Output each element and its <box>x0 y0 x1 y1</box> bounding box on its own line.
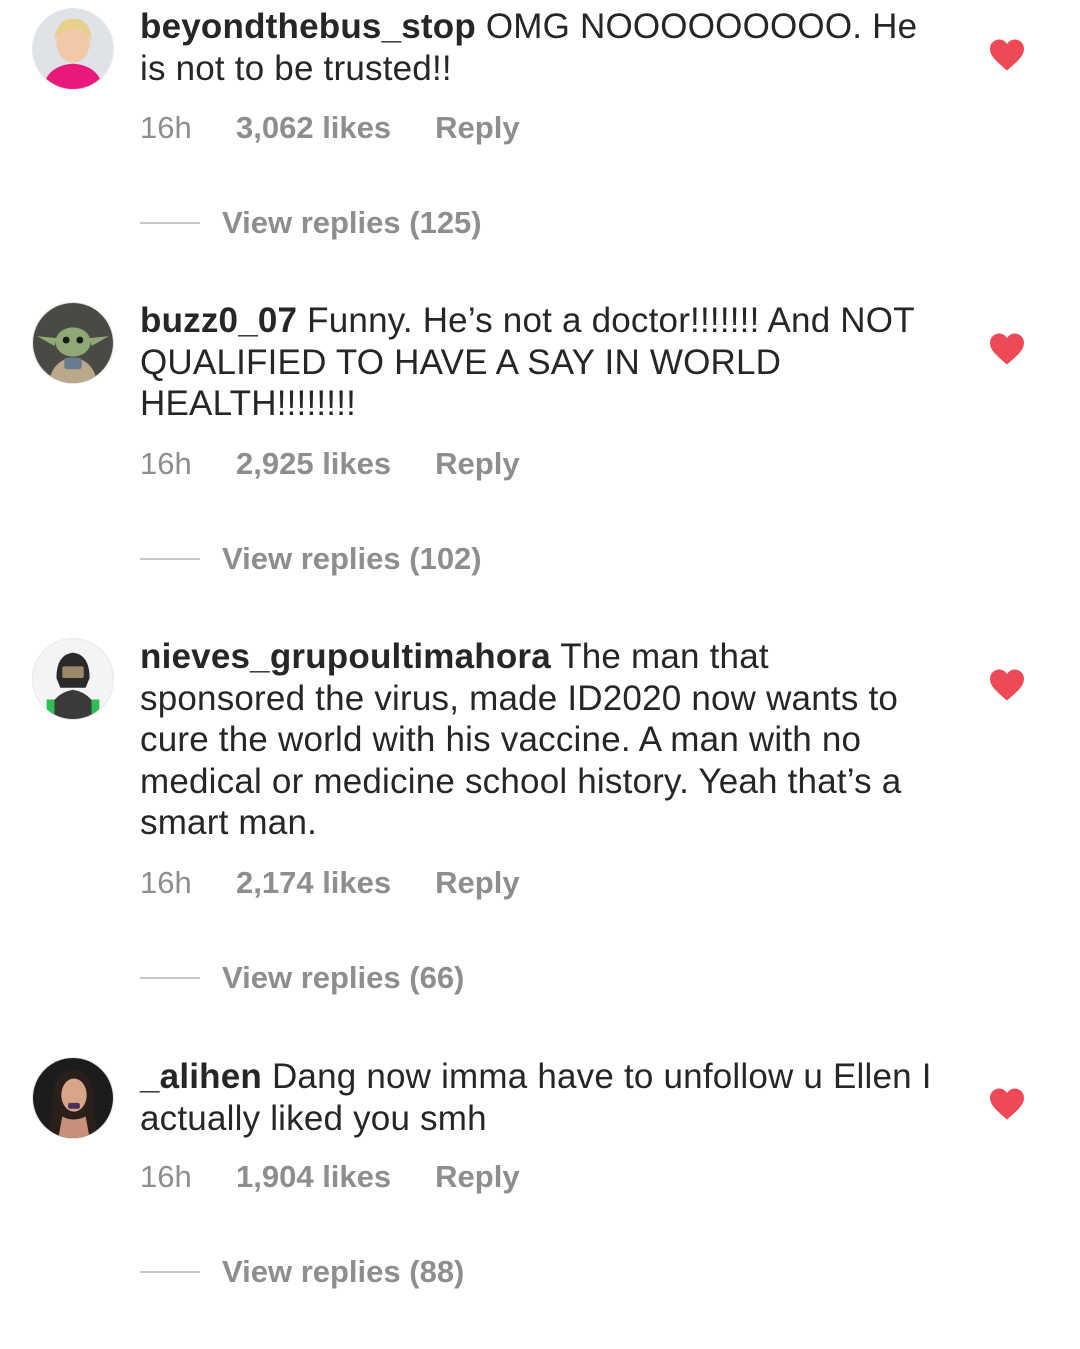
view-replies-button[interactable]: View replies (125) <box>140 205 482 241</box>
avatar[interactable] <box>32 638 114 720</box>
view-replies-button[interactable]: View replies (66) <box>140 960 464 996</box>
avatar[interactable] <box>32 8 114 90</box>
reply-button[interactable]: Reply <box>435 110 519 146</box>
likes-count[interactable]: 1,904 likes <box>236 1159 391 1195</box>
likes-count[interactable]: 2,174 likes <box>236 865 391 901</box>
view-replies-label: View replies (125) <box>222 205 482 240</box>
comment-username[interactable]: beyondthebus_stop <box>140 7 476 46</box>
avatar[interactable] <box>32 1057 114 1139</box>
view-replies-button[interactable]: View replies (88) <box>140 1254 464 1290</box>
avatar[interactable] <box>32 302 114 384</box>
likes-count[interactable]: 3,062 likes <box>236 110 391 146</box>
replies-divider <box>140 976 200 979</box>
view-replies-label: View replies (88) <box>222 1254 465 1289</box>
heart-icon[interactable] <box>988 1087 1026 1121</box>
comment-time: 16h <box>140 865 192 900</box>
comment-time: 16h <box>140 446 192 481</box>
comment-text: _alihen Dang now imma have to unfollow u… <box>140 1056 940 1139</box>
heart-icon[interactable] <box>988 668 1026 702</box>
replies-divider <box>140 557 200 560</box>
comment-meta: 16h 1,904 likes Reply <box>140 1159 520 1195</box>
comment-username[interactable]: buzz0_07 <box>140 301 297 340</box>
comment-meta: 16h 3,062 likes Reply <box>140 110 520 146</box>
reply-button[interactable]: Reply <box>435 1159 519 1195</box>
heart-icon[interactable] <box>988 332 1026 366</box>
comment-text: beyondthebus_stop OMG NOOOOOOOOO. He is … <box>140 6 940 89</box>
heart-icon[interactable] <box>988 38 1026 72</box>
reply-button[interactable]: Reply <box>435 446 519 482</box>
comment-text: nieves_grupoultimahora The man that spon… <box>140 636 940 844</box>
comment-meta: 16h 2,174 likes Reply <box>140 865 520 901</box>
view-replies-button[interactable]: View replies (102) <box>140 541 482 577</box>
comment-time: 16h <box>140 110 192 145</box>
view-replies-label: View replies (66) <box>222 960 465 995</box>
likes-count[interactable]: 2,925 likes <box>236 446 391 482</box>
comment-time: 16h <box>140 1159 192 1194</box>
view-replies-label: View replies (102) <box>222 541 482 576</box>
comment-username[interactable]: nieves_grupoultimahora <box>140 637 551 676</box>
replies-divider <box>140 1270 200 1273</box>
comment-username[interactable]: _alihen <box>140 1057 262 1096</box>
replies-divider <box>140 221 200 224</box>
reply-button[interactable]: Reply <box>435 865 519 901</box>
comment-meta: 16h 2,925 likes Reply <box>140 446 520 482</box>
comment-text: buzz0_07 Funny. He’s not a doctor!!!!!!!… <box>140 300 940 425</box>
